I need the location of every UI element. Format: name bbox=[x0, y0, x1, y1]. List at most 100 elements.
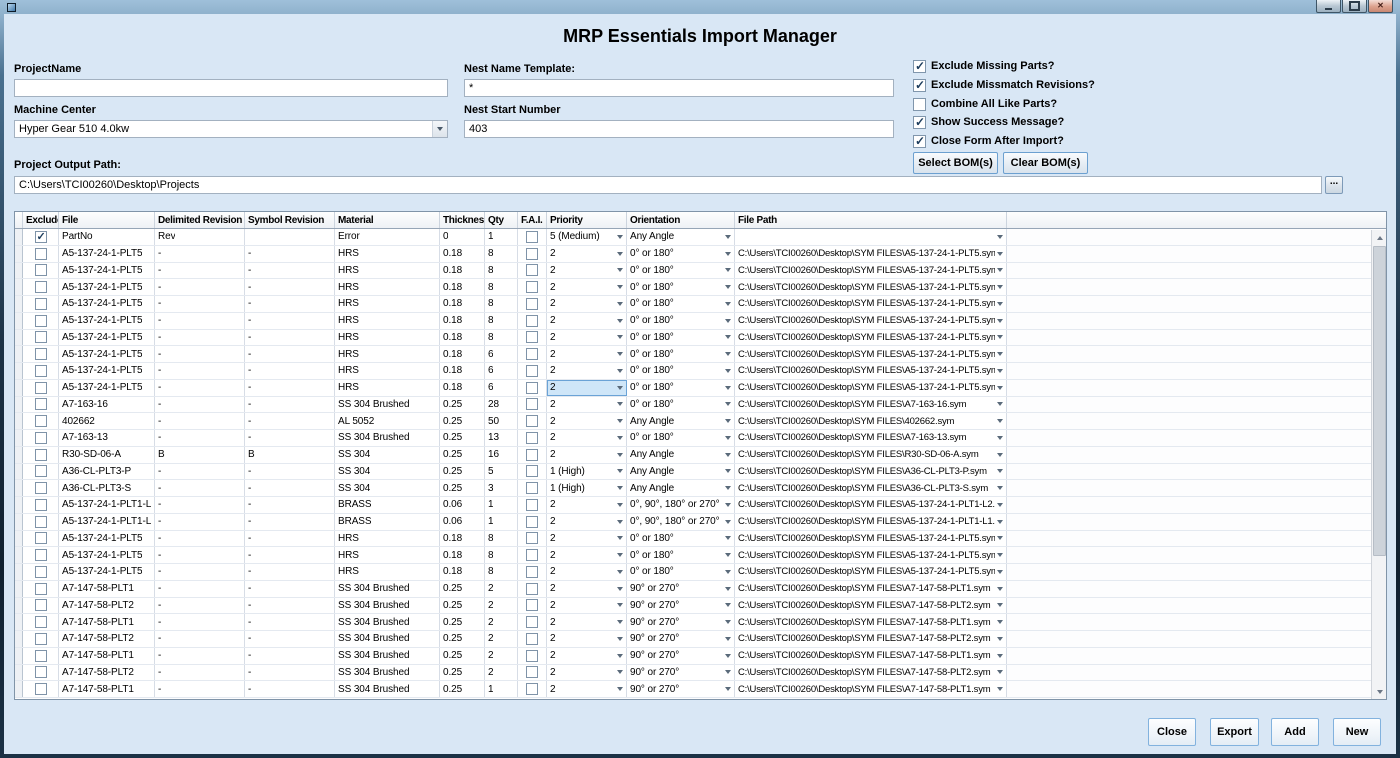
priority-cell[interactable]: 2 bbox=[547, 665, 627, 681]
symbol-revision-cell[interactable]: - bbox=[245, 614, 335, 630]
thickness-cell[interactable]: 0.25 bbox=[440, 397, 485, 413]
qty-cell[interactable]: 1 bbox=[485, 681, 518, 697]
nest-start-number-input[interactable] bbox=[464, 120, 894, 138]
exclude-checkbox[interactable] bbox=[35, 365, 47, 377]
thickness-cell[interactable]: 0.18 bbox=[440, 313, 485, 329]
thickness-cell[interactable]: 0.25 bbox=[440, 430, 485, 446]
exclude-cell[interactable] bbox=[23, 279, 59, 295]
delimited-revision-cell[interactable]: - bbox=[155, 363, 245, 379]
symbol-revision-cell[interactable]: - bbox=[245, 564, 335, 580]
select-bom-button[interactable]: Select BOM(s) bbox=[913, 152, 998, 174]
thickness-cell[interactable]: 0.18 bbox=[440, 380, 485, 396]
fai-cell[interactable] bbox=[518, 681, 547, 697]
delimited-revision-cell[interactable]: - bbox=[155, 547, 245, 563]
file-cell[interactable]: A5-137-24-1-PLT5 bbox=[59, 547, 155, 563]
priority-cell[interactable]: 1 (High) bbox=[547, 464, 627, 480]
table-row[interactable]: A5-137-24-1-PLT5--HRS0.18620° or 180°C:\… bbox=[15, 363, 1371, 380]
exclude-cell[interactable] bbox=[23, 363, 59, 379]
fai-cell[interactable] bbox=[518, 514, 547, 530]
exclude-checkbox[interactable] bbox=[35, 650, 47, 662]
file-path-cell[interactable]: C:\Users\TCI00260\Desktop\SYM FILES\A7-1… bbox=[735, 430, 1007, 446]
symbol-revision-cell[interactable]: - bbox=[245, 296, 335, 312]
file-path-cell[interactable]: C:\Users\TCI00260\Desktop\SYM FILES\R30-… bbox=[735, 447, 1007, 463]
qty-cell[interactable]: 2 bbox=[485, 665, 518, 681]
checkbox-exclude-missmatch-revisions[interactable]: Exclude Missmatch Revisions? bbox=[913, 78, 1095, 92]
file-path-cell[interactable]: C:\Users\TCI00260\Desktop\SYM FILES\A5-1… bbox=[735, 346, 1007, 362]
exclude-checkbox[interactable] bbox=[35, 549, 47, 561]
material-cell[interactable]: HRS bbox=[335, 296, 440, 312]
exclude-checkbox[interactable] bbox=[35, 315, 47, 327]
thickness-cell[interactable]: 0.25 bbox=[440, 665, 485, 681]
file-cell[interactable]: A5-137-24-1-PLT5 bbox=[59, 263, 155, 279]
thickness-cell[interactable]: 0.18 bbox=[440, 330, 485, 346]
fai-checkbox[interactable] bbox=[526, 281, 538, 293]
thickness-cell[interactable]: 0.25 bbox=[440, 598, 485, 614]
orientation-cell[interactable]: 0°, 90°, 180° or 270° bbox=[627, 497, 735, 513]
checkbox-combine-all-like-parts[interactable]: Combine All Like Parts? bbox=[913, 97, 1057, 111]
checkbox-show-success-message[interactable]: Show Success Message? bbox=[913, 115, 1064, 129]
machine-center-select[interactable]: Hyper Gear 510 4.0kw bbox=[14, 120, 448, 138]
delimited-revision-cell[interactable]: - bbox=[155, 246, 245, 262]
priority-cell[interactable]: 2 bbox=[547, 514, 627, 530]
orientation-cell[interactable]: 90° or 270° bbox=[627, 681, 735, 697]
file-cell[interactable]: A5-137-24-1-PLT5 bbox=[59, 330, 155, 346]
priority-cell[interactable]: 2 bbox=[547, 681, 627, 697]
column-header-delimited-revision[interactable]: Delimited Revision bbox=[155, 212, 245, 228]
fai-cell[interactable] bbox=[518, 246, 547, 262]
fai-checkbox[interactable] bbox=[526, 382, 538, 394]
delimited-revision-cell[interactable]: - bbox=[155, 648, 245, 664]
checkbox-exclude-missing-parts[interactable]: Exclude Missing Parts? bbox=[913, 59, 1054, 73]
orientation-cell[interactable]: Any Angle bbox=[627, 464, 735, 480]
orientation-cell[interactable]: 0° or 180° bbox=[627, 279, 735, 295]
delimited-revision-cell[interactable]: - bbox=[155, 464, 245, 480]
exclude-checkbox[interactable] bbox=[35, 449, 47, 461]
column-header-file-path[interactable]: File Path bbox=[735, 212, 1007, 228]
fai-cell[interactable] bbox=[518, 581, 547, 597]
fai-checkbox[interactable] bbox=[526, 348, 538, 360]
priority-cell[interactable]: 2 bbox=[547, 263, 627, 279]
file-path-cell[interactable]: C:\Users\TCI00260\Desktop\SYM FILES\A5-1… bbox=[735, 380, 1007, 396]
file-path-cell[interactable] bbox=[735, 229, 1007, 245]
orientation-cell[interactable]: 0° or 180° bbox=[627, 346, 735, 362]
orientation-cell[interactable]: 0° or 180° bbox=[627, 363, 735, 379]
exclude-cell[interactable] bbox=[23, 430, 59, 446]
checkbox-close-form-after-import[interactable]: Close Form After Import? bbox=[913, 134, 1064, 148]
file-cell[interactable]: 402662 bbox=[59, 413, 155, 429]
qty-cell[interactable]: 2 bbox=[485, 648, 518, 664]
table-row[interactable]: A7-163-13--SS 304 Brushed0.251320° or 18… bbox=[15, 430, 1371, 447]
file-cell[interactable]: A5-137-24-1-PLT5 bbox=[59, 313, 155, 329]
browse-button[interactable]: ... bbox=[1325, 176, 1343, 194]
symbol-revision-cell[interactable]: - bbox=[245, 681, 335, 697]
orientation-cell[interactable]: 0° or 180° bbox=[627, 313, 735, 329]
table-row[interactable]: A7-147-58-PLT2--SS 304 Brushed0.252290° … bbox=[15, 598, 1371, 615]
file-path-cell[interactable]: C:\Users\TCI00260\Desktop\SYM FILES\A5-1… bbox=[735, 547, 1007, 563]
qty-cell[interactable]: 2 bbox=[485, 598, 518, 614]
thickness-cell[interactable]: 0.25 bbox=[440, 681, 485, 697]
column-header-material[interactable]: Material bbox=[335, 212, 440, 228]
file-path-cell[interactable]: C:\Users\TCI00260\Desktop\SYM FILES\A7-1… bbox=[735, 581, 1007, 597]
symbol-revision-cell[interactable]: - bbox=[245, 430, 335, 446]
qty-cell[interactable]: 8 bbox=[485, 330, 518, 346]
delimited-revision-cell[interactable]: - bbox=[155, 665, 245, 681]
table-row[interactable]: A5-137-24-1-PLT1-L1--BRASS0.06120°, 90°,… bbox=[15, 514, 1371, 531]
qty-cell[interactable]: 1 bbox=[485, 497, 518, 513]
material-cell[interactable]: SS 304 Brushed bbox=[335, 581, 440, 597]
thickness-cell[interactable]: 0.25 bbox=[440, 447, 485, 463]
exclude-cell[interactable] bbox=[23, 447, 59, 463]
symbol-revision-cell[interactable]: - bbox=[245, 497, 335, 513]
file-cell[interactable]: A7-147-58-PLT1 bbox=[59, 614, 155, 630]
qty-cell[interactable]: 6 bbox=[485, 380, 518, 396]
exclude-cell[interactable] bbox=[23, 631, 59, 647]
symbol-revision-cell[interactable]: - bbox=[245, 547, 335, 563]
priority-cell[interactable]: 2 bbox=[547, 279, 627, 295]
priority-cell[interactable]: 2 bbox=[547, 346, 627, 362]
qty-cell[interactable]: 6 bbox=[485, 346, 518, 362]
fai-cell[interactable] bbox=[518, 430, 547, 446]
fai-checkbox[interactable] bbox=[526, 315, 538, 327]
delimited-revision-cell[interactable]: - bbox=[155, 430, 245, 446]
exclude-checkbox[interactable] bbox=[35, 633, 47, 645]
table-row[interactable]: A5-137-24-1-PLT5--HRS0.18820° or 180°C:\… bbox=[15, 279, 1371, 296]
exclude-cell[interactable] bbox=[23, 229, 59, 245]
symbol-revision-cell[interactable]: - bbox=[245, 531, 335, 547]
exclude-checkbox[interactable] bbox=[35, 331, 47, 343]
